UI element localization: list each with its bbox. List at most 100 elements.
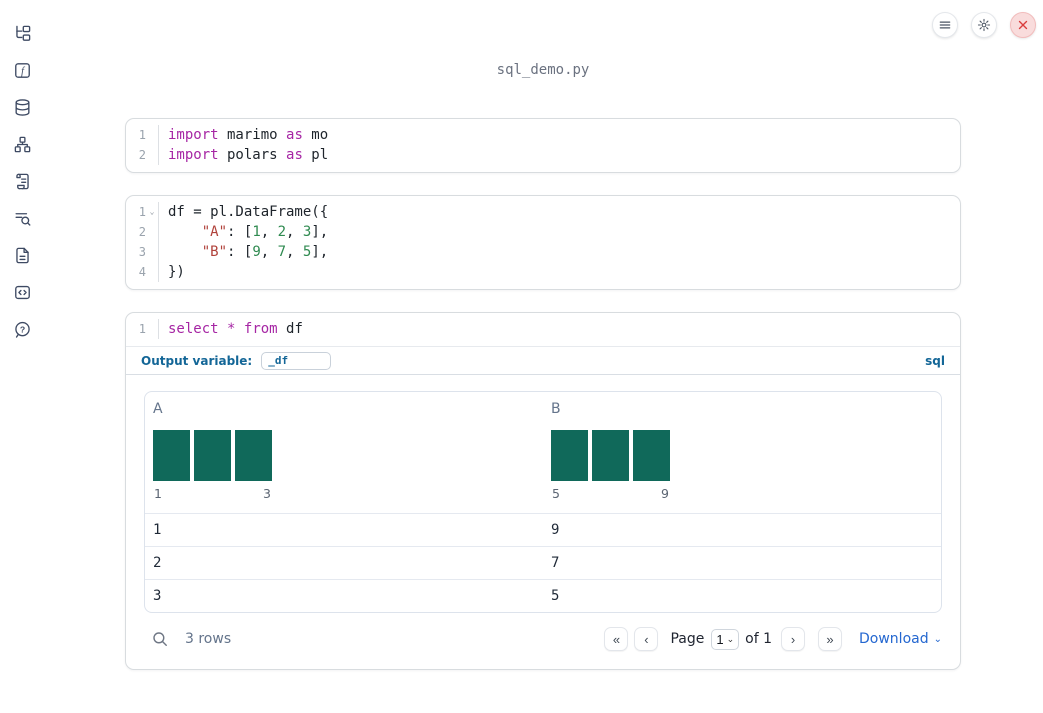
row-count: 3 rows bbox=[185, 631, 232, 647]
download-button[interactable]: Download ⌄ bbox=[859, 631, 942, 647]
histogram-bars bbox=[153, 430, 272, 481]
column-histogram-b: 5 9 bbox=[551, 430, 670, 501]
histogram-bars bbox=[551, 430, 670, 481]
page-count-label: of 1 bbox=[745, 631, 773, 647]
svg-text:?: ? bbox=[19, 324, 24, 334]
sidebar-item-snippets[interactable] bbox=[12, 282, 32, 302]
search-icon bbox=[153, 632, 167, 646]
histogram-bar bbox=[153, 430, 190, 481]
code-line[interactable]: 3 "B": [9, 7, 5], bbox=[126, 242, 960, 262]
line-number: 4 bbox=[138, 265, 146, 279]
gear-icon bbox=[977, 18, 991, 32]
previous-page-button[interactable]: ‹ bbox=[634, 627, 659, 651]
code-line[interactable]: 2 import polars as pl bbox=[126, 145, 960, 165]
code-line[interactable]: 1 select * from df bbox=[126, 319, 960, 339]
search-button[interactable] bbox=[151, 630, 169, 648]
svg-text:f: f bbox=[21, 66, 26, 77]
sidebar-item-help[interactable]: ? bbox=[12, 319, 32, 339]
table-body: 192735 bbox=[145, 513, 941, 612]
pagination: « ‹ Page 1 ⌄ of 1 › » Download ⌄ bbox=[604, 627, 942, 651]
histogram-bar bbox=[592, 430, 629, 481]
table-row[interactable]: 19 bbox=[145, 513, 941, 546]
column-header-b[interactable]: B 5 9 bbox=[543, 392, 941, 513]
code-line[interactable]: 4}) bbox=[126, 262, 960, 282]
table-header: A 1 3 B 5 9 bbox=[145, 392, 941, 513]
histogram-min-label: 5 bbox=[552, 486, 560, 501]
line-gutter: 4 bbox=[126, 262, 159, 282]
function-icon: f bbox=[14, 62, 30, 78]
code-line[interactable]: 1 ⌄ df = pl.DataFrame({ bbox=[126, 202, 960, 222]
output-variable-row: Output variable: sql bbox=[126, 347, 960, 375]
logs-search-icon bbox=[14, 212, 30, 226]
sidebar-item-logs[interactable] bbox=[12, 208, 32, 228]
code-editor[interactable]: 1 import marimo as mo 2 import polars as pl bbox=[126, 119, 960, 172]
code-content: "B": [9, 7, 5], bbox=[201, 244, 329, 260]
chevron-right-icon: › bbox=[790, 631, 796, 647]
line-number: 3 bbox=[138, 245, 146, 259]
next-page-button[interactable]: › bbox=[781, 627, 806, 651]
sql-cell: 1 select * from df Output variable: sql A… bbox=[125, 312, 961, 670]
sidebar-item-dependency-graph[interactable] bbox=[12, 134, 32, 154]
output-variable-label: Output variable: bbox=[141, 353, 253, 368]
histogram-max-label: 9 bbox=[661, 486, 669, 501]
last-page-button[interactable]: » bbox=[818, 627, 843, 651]
table-footer: 3 rows « ‹ Page 1 ⌄ of 1 › » Download ⌄ bbox=[144, 621, 942, 657]
first-page-button[interactable]: « bbox=[604, 627, 629, 651]
settings-button[interactable] bbox=[971, 12, 997, 38]
histogram-bar bbox=[235, 430, 272, 481]
code-content: }) bbox=[168, 264, 185, 280]
code-editor[interactable]: 1 ⌄ df = pl.DataFrame({ 2 "A": [1, 2, 3], 3 … bbox=[126, 196, 960, 289]
line-gutter: 2 bbox=[126, 222, 159, 242]
table-cell: 2 bbox=[153, 555, 162, 571]
chevron-left-icon: ‹ bbox=[644, 631, 649, 647]
code-line[interactable]: 1 import marimo as mo bbox=[126, 125, 960, 145]
code-cell-dataframe: 1 ⌄ df = pl.DataFrame({ 2 "A": [1, 2, 3], 3 … bbox=[125, 195, 961, 290]
column-histogram-a: 1 3 bbox=[153, 430, 272, 501]
line-gutter: 2 bbox=[126, 145, 159, 165]
histogram-axis-labels: 1 3 bbox=[153, 486, 272, 501]
sidebar-item-outline[interactable] bbox=[12, 171, 32, 191]
line-number: 1 bbox=[138, 322, 146, 336]
code-content: df = pl.DataFrame({ bbox=[168, 204, 329, 220]
output-variable-input[interactable] bbox=[261, 351, 332, 370]
chevron-down-icon: ⌄ bbox=[933, 633, 942, 645]
sidebar-item-documentation[interactable] bbox=[12, 245, 32, 265]
dependency-graph-icon bbox=[14, 136, 30, 152]
close-icon bbox=[1018, 20, 1028, 30]
table-cell: 5 bbox=[551, 588, 560, 604]
histogram-min-label: 1 bbox=[154, 486, 162, 501]
table-row[interactable]: 35 bbox=[145, 579, 941, 612]
line-number: 1 bbox=[138, 128, 146, 142]
page-select-value: 1 bbox=[716, 631, 724, 647]
shutdown-button[interactable] bbox=[1010, 12, 1036, 38]
table-cell: 9 bbox=[551, 522, 560, 538]
cell-output: A 1 3 B 5 9 1 9 2 7 3 5 3 rows « ‹ Page … bbox=[126, 375, 960, 669]
code-content: import polars as pl bbox=[168, 147, 329, 163]
sidebar-item-file-explorer[interactable] bbox=[12, 23, 32, 43]
code-snippets-icon bbox=[14, 285, 30, 299]
line-number: 2 bbox=[138, 148, 146, 162]
language-badge[interactable]: sql bbox=[925, 354, 945, 368]
sidebar-item-variables[interactable]: f bbox=[12, 60, 32, 80]
histogram-max-label: 3 bbox=[263, 486, 271, 501]
line-number: 2 bbox=[138, 225, 146, 239]
table-row[interactable]: 27 bbox=[145, 546, 941, 579]
table-cell: 3 bbox=[153, 588, 162, 604]
line-gutter: 1 bbox=[126, 125, 159, 145]
code-line[interactable]: 2 "A": [1, 2, 3], bbox=[126, 222, 960, 242]
download-label: Download bbox=[859, 631, 929, 647]
line-gutter: 3 bbox=[126, 242, 159, 262]
fold-chevron-icon[interactable]: ⌄ bbox=[146, 202, 158, 222]
sidebar: f ? bbox=[0, 0, 44, 713]
page-select[interactable]: 1 ⌄ bbox=[711, 628, 740, 650]
column-header-a[interactable]: A 1 3 bbox=[145, 392, 543, 513]
histogram-bar bbox=[194, 430, 231, 481]
line-gutter: 1 ⌄ bbox=[126, 202, 159, 222]
column-name: A bbox=[153, 401, 163, 417]
sql-editor[interactable]: 1 select * from df bbox=[126, 313, 960, 347]
help-icon: ? bbox=[14, 321, 30, 338]
sidebar-item-datasources[interactable] bbox=[12, 97, 32, 117]
histogram-bar bbox=[551, 430, 588, 481]
database-icon bbox=[14, 98, 30, 116]
file-tree-icon bbox=[15, 25, 30, 41]
